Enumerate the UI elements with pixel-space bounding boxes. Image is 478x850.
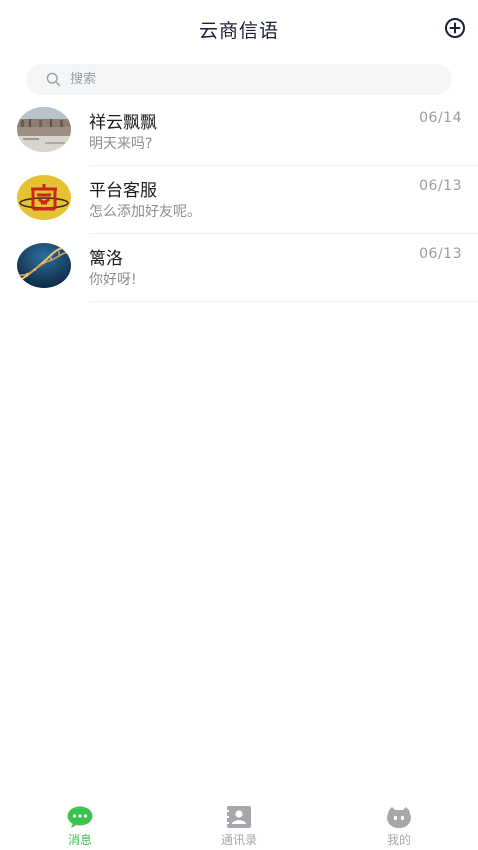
conversation-name: 篱洛 [89, 249, 123, 269]
contacts-book-icon [226, 806, 251, 828]
search-bar[interactable] [26, 64, 452, 95]
conversation-list: 祥云飘飘 明天来吗? 06/14 平台客服 怎么添加好友呢。 06/13 篱洛 … [0, 98, 478, 302]
chat-bubble-icon [67, 806, 93, 828]
tab-label: 通讯录 [220, 833, 257, 847]
profile-face-icon [387, 807, 411, 828]
avatar [17, 243, 71, 288]
shang-logo [17, 175, 71, 220]
search-input[interactable] [70, 64, 430, 95]
plus-circle-icon [445, 18, 465, 38]
tab-label: 我的 [386, 833, 411, 847]
top-bar: 云商信语 [0, 0, 478, 58]
conversation-preview: 怎么添加好友呢。 [89, 204, 201, 220]
conversation-item[interactable]: 平台客服 怎么添加好友呢。 06/13 [0, 166, 478, 234]
avatar [17, 175, 71, 220]
tab-profile[interactable]: 我的 [359, 806, 439, 850]
search-icon [46, 72, 61, 87]
page-title: 云商信语 [198, 20, 279, 42]
conversation-time: 06/13 [419, 246, 462, 262]
avatar [17, 107, 71, 152]
conversation-time: 06/14 [419, 110, 462, 126]
tab-contacts[interactable]: 通讯录 [199, 806, 279, 850]
add-button[interactable] [444, 17, 466, 39]
conversation-item[interactable]: 祥云飘飘 明天来吗? 06/14 [0, 98, 478, 166]
conversation-preview: 你好呀! [89, 272, 137, 288]
conversation-name: 祥云飘飘 [89, 113, 157, 133]
dna-helix-image [17, 243, 71, 288]
conversation-item[interactable]: 篱洛 你好呀! 06/13 [0, 234, 478, 302]
landscape-photo [17, 107, 71, 152]
conversation-preview: 明天来吗? [89, 136, 153, 152]
bottom-tab-bar: 消息 通讯录 我的 [0, 800, 478, 850]
conversation-name: 平台客服 [89, 181, 157, 201]
divider [89, 301, 478, 302]
tab-label: 消息 [67, 833, 92, 847]
conversation-time: 06/13 [419, 178, 462, 194]
tab-messages[interactable]: 消息 [40, 806, 120, 850]
